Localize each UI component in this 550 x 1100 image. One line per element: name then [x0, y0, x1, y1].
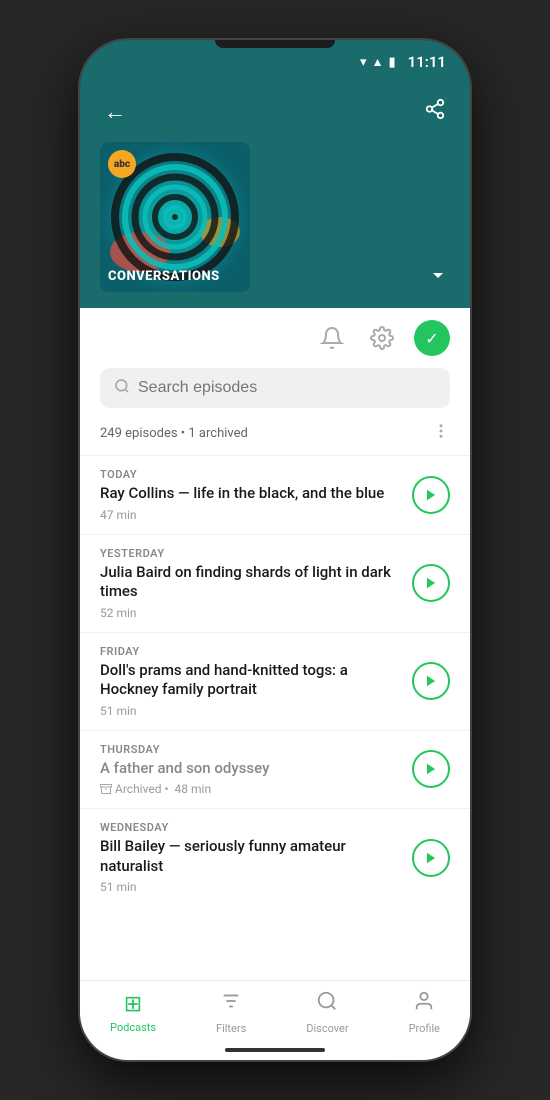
- episode-day: YESTERDAY: [100, 547, 400, 560]
- status-icons: ▾ ▲ ▮: [360, 55, 396, 70]
- play-button[interactable]: [412, 476, 450, 514]
- episode-title: Julia Baird on finding shards of light i…: [100, 563, 400, 602]
- search-bar[interactable]: [100, 368, 450, 408]
- status-time: 11:11: [408, 53, 446, 71]
- nav-profile[interactable]: Profile: [409, 990, 440, 1035]
- play-button[interactable]: [412, 662, 450, 700]
- more-options-button[interactable]: [432, 422, 450, 445]
- episode-title: Doll's prams and hand-knitted togs: a Ho…: [100, 661, 400, 700]
- subscribed-button[interactable]: ✓: [414, 320, 450, 356]
- play-button[interactable]: [412, 750, 450, 788]
- episodes-list: TODAY Ray Collins — life in the black, a…: [80, 455, 470, 1034]
- home-indicator: [225, 1048, 325, 1052]
- episode-title: Ray Collins — life in the black, and the…: [100, 484, 400, 504]
- podcast-header: ← abc: [80, 84, 470, 308]
- nav-discover[interactable]: Discover: [306, 990, 348, 1035]
- episode-item: FRIDAY Doll's prams and hand-knitted tog…: [80, 632, 470, 730]
- header-nav: ←: [100, 94, 450, 130]
- main-content: ✓ 249 episodes • 1 archived TODA: [80, 308, 470, 1034]
- archived-label: Archived: [115, 782, 161, 796]
- episode-meta: 51 min: [100, 880, 400, 894]
- episode-content: WEDNESDAY Bill Bailey — seriously funny …: [100, 821, 400, 894]
- episode-title: A father and son odyssey: [100, 759, 400, 779]
- episode-meta: 52 min: [100, 606, 400, 620]
- discover-label: Discover: [306, 1022, 348, 1035]
- episode-meta: Archived • 48 min: [100, 782, 400, 796]
- podcasts-label: Podcasts: [110, 1021, 156, 1034]
- episode-content: TODAY Ray Collins — life in the black, a…: [100, 468, 400, 522]
- episode-meta: 51 min: [100, 704, 400, 718]
- back-button[interactable]: ←: [100, 95, 130, 129]
- filters-icon: [220, 990, 242, 1018]
- episode-duration: 51 min: [100, 704, 137, 718]
- search-icon: [114, 378, 130, 398]
- episode-meta: 47 min: [100, 508, 400, 522]
- episode-title: Bill Bailey — seriously funny amateur na…: [100, 837, 400, 876]
- battery-icon: ▮: [388, 55, 395, 70]
- wifi-icon: ▾: [360, 55, 367, 70]
- play-button[interactable]: [412, 839, 450, 877]
- episode-duration: 52 min: [100, 606, 137, 620]
- filters-label: Filters: [216, 1022, 246, 1035]
- episode-content: YESTERDAY Julia Baird on finding shards …: [100, 547, 400, 620]
- episodes-count: 249 episodes • 1 archived: [100, 426, 248, 441]
- podcast-artwork: abc: [100, 142, 250, 292]
- archived-separator: •: [164, 782, 168, 796]
- episodes-count-row: 249 episodes • 1 archived: [80, 418, 470, 455]
- episode-day: THURSDAY: [100, 743, 400, 756]
- episode-item: TODAY Ray Collins — life in the black, a…: [80, 455, 470, 534]
- episode-day: TODAY: [100, 468, 400, 481]
- profile-label: Profile: [409, 1022, 440, 1035]
- nav-filters[interactable]: Filters: [216, 990, 246, 1035]
- episode-item: WEDNESDAY Bill Bailey — seriously funny …: [80, 808, 470, 906]
- phone-frame: ▾ ▲ ▮ 11:11 ← abc: [80, 40, 470, 1060]
- discover-icon: [316, 990, 338, 1018]
- signal-icon: ▲: [372, 55, 384, 69]
- nav-podcasts[interactable]: ⊞ Podcasts: [110, 992, 156, 1034]
- archived-badge: Archived •: [100, 782, 169, 796]
- share-button[interactable]: [420, 94, 450, 130]
- search-input[interactable]: [138, 379, 436, 397]
- play-button[interactable]: [412, 564, 450, 602]
- episode-content: FRIDAY Doll's prams and hand-knitted tog…: [100, 645, 400, 718]
- notifications-button[interactable]: [314, 320, 350, 356]
- episode-duration: 48 min: [175, 782, 212, 796]
- episode-item: THURSDAY A father and son odyssey Archiv…: [80, 730, 470, 809]
- profile-icon: [413, 990, 435, 1018]
- episode-duration: 47 min: [100, 508, 137, 522]
- podcast-info: abc: [100, 142, 450, 292]
- podcasts-icon: ⊞: [124, 992, 142, 1017]
- actions-row: ✓: [80, 308, 470, 368]
- episode-day: WEDNESDAY: [100, 821, 400, 834]
- collapse-button[interactable]: [426, 263, 450, 292]
- podcast-title: Conversations: [100, 261, 250, 292]
- episode-duration: 51 min: [100, 880, 137, 894]
- notch: [215, 40, 335, 48]
- check-icon: ✓: [425, 329, 438, 348]
- episode-item: YESTERDAY Julia Baird on finding shards …: [80, 534, 470, 632]
- episode-content: THURSDAY A father and son odyssey Archiv…: [100, 743, 400, 797]
- settings-button[interactable]: [364, 320, 400, 356]
- episode-day: FRIDAY: [100, 645, 400, 658]
